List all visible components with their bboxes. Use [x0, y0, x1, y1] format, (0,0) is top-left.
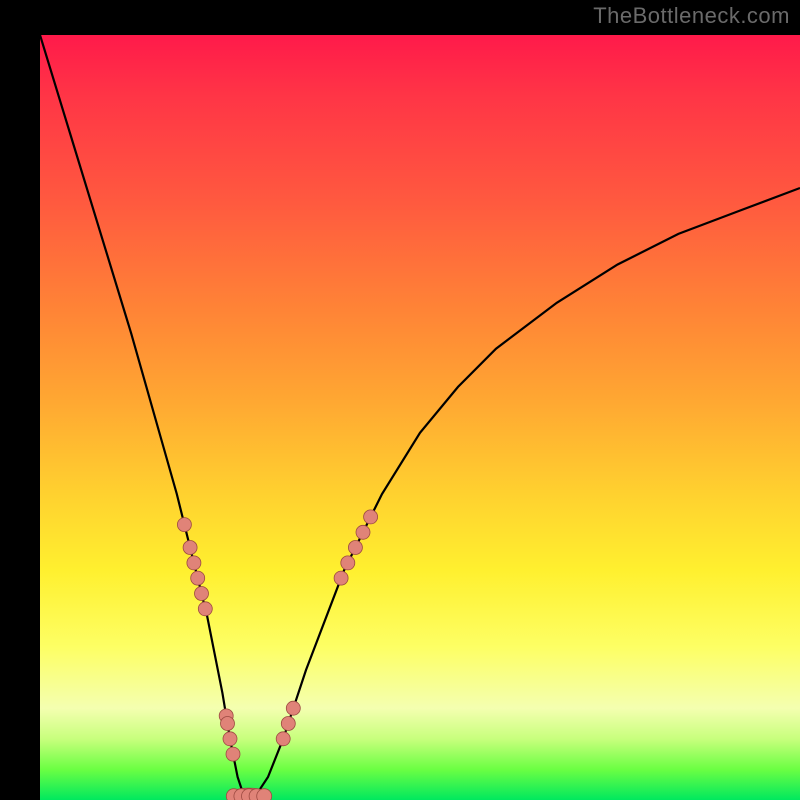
marker-dot [276, 732, 290, 746]
marker-dot [257, 789, 272, 800]
marker-dots [177, 510, 377, 800]
marker-dot [187, 556, 201, 570]
marker-dot [348, 541, 362, 555]
marker-dot [281, 717, 295, 731]
marker-dot [341, 556, 355, 570]
marker-dot [191, 571, 205, 585]
plot-area [40, 35, 800, 800]
marker-dot [177, 518, 191, 532]
marker-dot [334, 571, 348, 585]
bottleneck-curve [40, 35, 800, 800]
marker-dot [356, 525, 370, 539]
marker-dot [195, 587, 209, 601]
curve-svg [40, 35, 800, 800]
watermark-text: TheBottleneck.com [593, 3, 790, 29]
marker-dot [364, 510, 378, 524]
marker-dot [226, 747, 240, 761]
marker-dot [223, 732, 237, 746]
marker-dot [198, 602, 212, 616]
chart-frame: TheBottleneck.com [0, 0, 800, 800]
marker-dot [286, 701, 300, 715]
marker-dot [183, 541, 197, 555]
marker-dot [221, 717, 235, 731]
